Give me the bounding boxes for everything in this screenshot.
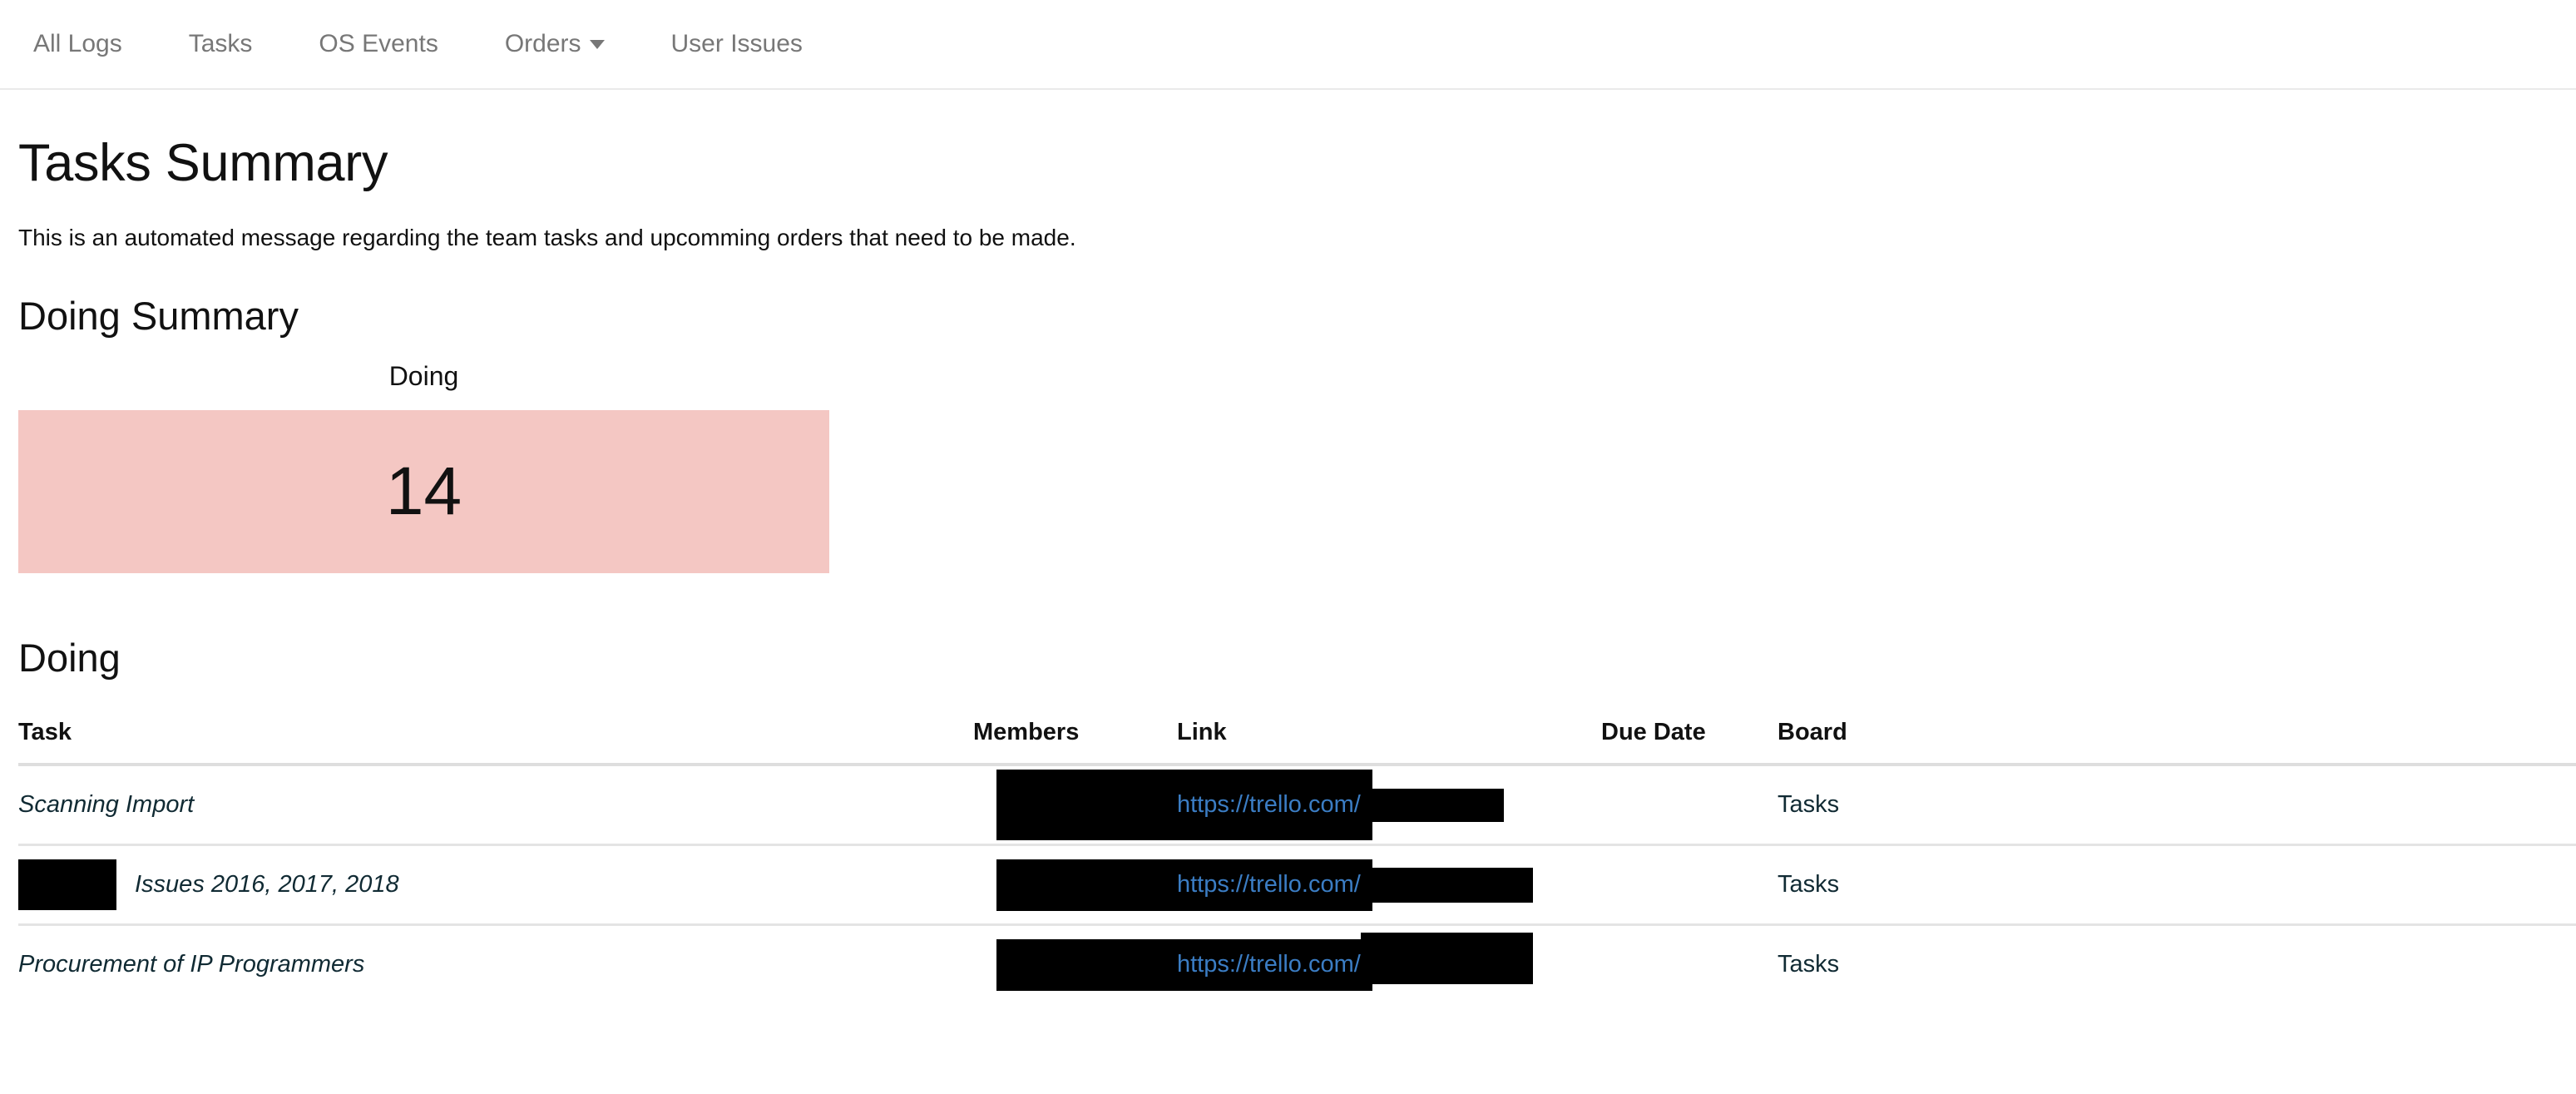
column-header-members: Members [973,719,1177,766]
doing-tasks-table: Task Members Link Due Date Board Scannin… [18,719,2576,1003]
doing-summary-card: 14 [18,410,829,573]
table-body: Scanning Import https://trello.com/ Task… [18,765,2576,1003]
task-name: Procurement of IP Programmers [18,951,365,978]
cell-board: Tasks [1777,765,2576,846]
cell-task: Procurement of IP Programmers [18,925,973,1004]
redaction-box-link [1360,867,1533,903]
trello-link[interactable]: https://trello.com/ [1177,791,1361,819]
cell-members [973,844,1372,926]
cell-task: Issues 2016, 2017, 2018 [18,844,973,926]
doing-summary-card-wrapper: Doing 14 [18,363,829,573]
doing-summary-card-label: Doing [388,361,459,391]
page-title: Tasks Summary [18,134,388,192]
nav-item-tasks-label: Tasks [188,30,253,57]
nav-item-all-logs-label: All Logs [33,30,122,57]
doing-table-heading: Doing [18,636,121,680]
table-row: Procurement of IP Programmers https://tr… [18,925,2576,1004]
nav-item-orders[interactable]: Orders [472,32,638,57]
cell-link: https://trello.com/ [1177,925,1601,1004]
cell-members [973,925,1372,1004]
page-content: Tasks Summary This is an automated messa… [0,137,2576,1003]
cell-due-date [1601,844,1777,926]
table-head: Task Members Link Due Date Board [18,719,2576,766]
doing-summary-heading: Doing Summary [18,294,299,338]
top-navigation-bar: All Logs Tasks OS Events Orders User Iss… [0,0,2576,90]
cell-due-date [1601,925,1777,1004]
task-name: Issues 2016, 2017, 2018 [135,871,399,898]
task-name: Scanning Import [18,791,195,818]
redaction-box-link [1360,932,1533,984]
cell-members [973,765,1372,846]
nav-item-orders-label: Orders [504,30,581,57]
nav-item-os-events[interactable]: OS Events [285,32,471,57]
cell-due-date [1601,765,1777,846]
column-header-due-date: Due Date [1601,719,1777,766]
cell-link: https://trello.com/ [1177,844,1601,926]
redaction-box-link [1360,788,1504,822]
table-header-row: Task Members Link Due Date Board [18,719,2576,766]
trello-link[interactable]: https://trello.com/ [1177,871,1361,898]
doing-summary-card-value: 14 [385,453,462,529]
column-header-task: Task [18,719,973,766]
trello-link[interactable]: https://trello.com/ [1177,951,1361,978]
redaction-box-task-prefix [18,859,116,910]
column-header-board: Board [1777,719,2576,766]
nav-item-all-logs[interactable]: All Logs [33,32,156,57]
cell-task: Scanning Import [18,765,973,846]
column-header-link: Link [1177,719,1601,766]
cell-board: Tasks [1777,951,1840,978]
nav-item-user-issues[interactable]: User Issues [638,32,836,57]
table-row: Issues 2016, 2017, 2018 https://trello.c… [18,844,2576,926]
chevron-down-icon [589,39,605,49]
nav-item-user-issues-label: User Issues [670,30,803,57]
cell-board: Tasks [1777,844,2576,926]
table-row: Scanning Import https://trello.com/ Task… [18,765,2576,846]
page-subtitle: This is an automated message regarding t… [18,225,1076,250]
nav-item-tasks[interactable]: Tasks [156,32,286,57]
nav-item-os-events-label: OS Events [319,30,438,57]
